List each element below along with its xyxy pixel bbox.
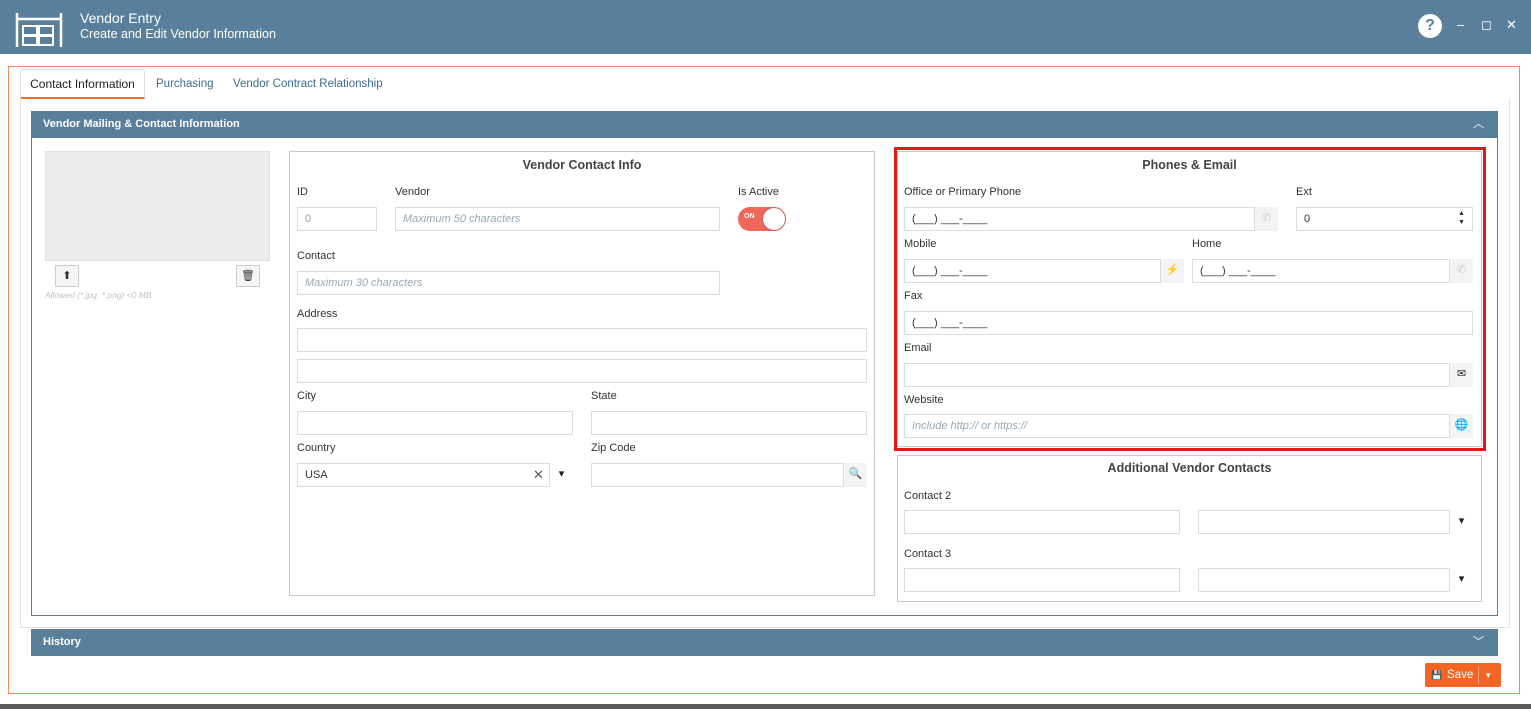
- vendor-image[interactable]: [45, 151, 270, 261]
- contact-3-input[interactable]: [904, 568, 1180, 592]
- contact-label: Contact: [297, 250, 335, 262]
- state-input[interactable]: [591, 411, 867, 435]
- chevron-down-icon[interactable]: ▾: [549, 463, 573, 487]
- divider: [1478, 666, 1479, 684]
- search-icon[interactable]: 🔍: [843, 463, 867, 487]
- is-active-label: Is Active: [738, 186, 779, 198]
- save-button[interactable]: 💾 Save ▾: [1425, 663, 1501, 687]
- panel-title: Vendor Contact Info: [522, 158, 642, 172]
- help-icon[interactable]: ?: [1418, 14, 1442, 38]
- chevron-down-icon[interactable]: ▾: [1449, 510, 1473, 534]
- state-label: State: [591, 390, 617, 402]
- close-button[interactable]: ✕: [1506, 17, 1517, 33]
- save-label: Save: [1447, 669, 1474, 681]
- chevron-down-icon[interactable]: ﹀: [1473, 629, 1484, 656]
- tab-purchasing[interactable]: Purchasing: [156, 69, 214, 99]
- highlight-box: [894, 147, 1486, 451]
- section-header-history[interactable]: History ﹀: [31, 629, 1498, 656]
- contact-3-label: Contact 3: [904, 548, 952, 560]
- country-value: USA: [305, 469, 328, 481]
- contact-2-select[interactable]: [1198, 510, 1473, 534]
- panel-title: Additional Vendor Contacts: [1107, 461, 1272, 475]
- toggle-state: ON: [744, 213, 755, 220]
- warehouse-icon: [15, 13, 63, 47]
- minimize-button[interactable]: –: [1457, 17, 1464, 32]
- tab-contact-information[interactable]: Contact Information: [20, 69, 145, 99]
- image-allowed-note: Allowed (*.jpg, *.png) <0 MB: [45, 290, 152, 300]
- id-field[interactable]: 0: [297, 207, 377, 231]
- chevron-down-icon[interactable]: ▾: [1486, 663, 1491, 687]
- is-active-toggle[interactable]: ON: [738, 207, 786, 231]
- trash-icon[interactable]: 🗑: [236, 265, 260, 287]
- city-input[interactable]: [297, 411, 573, 435]
- zip-code-input[interactable]: [591, 463, 867, 487]
- vendor-name-input[interactable]: Maximum 50 characters: [395, 207, 720, 231]
- save-icon: 💾: [1431, 670, 1443, 680]
- section-header-mailing[interactable]: Vendor Mailing & Contact Information ︿: [31, 111, 1498, 138]
- contact-input[interactable]: Maximum 30 characters: [297, 271, 720, 295]
- zip-code-label: Zip Code: [591, 442, 636, 454]
- chevron-down-icon[interactable]: ▾: [1449, 568, 1473, 592]
- window-title: Vendor Entry: [80, 10, 161, 26]
- address-label: Address: [297, 308, 338, 320]
- country-label: Country: [297, 442, 336, 454]
- address-line-2-input[interactable]: [297, 359, 867, 383]
- maximize-button[interactable]: ◻: [1481, 17, 1492, 33]
- upload-icon[interactable]: ⬆: [55, 265, 79, 287]
- section-title: Vendor Mailing & Contact Information: [43, 118, 240, 130]
- tab-vendor-contract-relationship[interactable]: Vendor Contract Relationship: [233, 69, 383, 99]
- country-select[interactable]: USA: [297, 463, 573, 487]
- contact-3-select[interactable]: [1198, 568, 1473, 592]
- city-label: City: [297, 390, 316, 402]
- contact-2-input[interactable]: [904, 510, 1180, 534]
- window-subtitle: Create and Edit Vendor Information: [80, 27, 276, 41]
- section-title: History: [43, 636, 81, 648]
- address-line-1-input[interactable]: [297, 328, 867, 352]
- title-bar: Vendor Entry Create and Edit Vendor Info…: [0, 0, 1531, 54]
- id-label: ID: [297, 186, 308, 198]
- bottom-edge: [0, 704, 1531, 709]
- contact-2-label: Contact 2: [904, 490, 952, 502]
- toggle-knob[interactable]: [763, 208, 785, 230]
- chevron-up-icon[interactable]: ︿: [1473, 111, 1484, 138]
- clear-icon[interactable]: ✕: [533, 467, 544, 483]
- vendor-label: Vendor: [395, 186, 430, 198]
